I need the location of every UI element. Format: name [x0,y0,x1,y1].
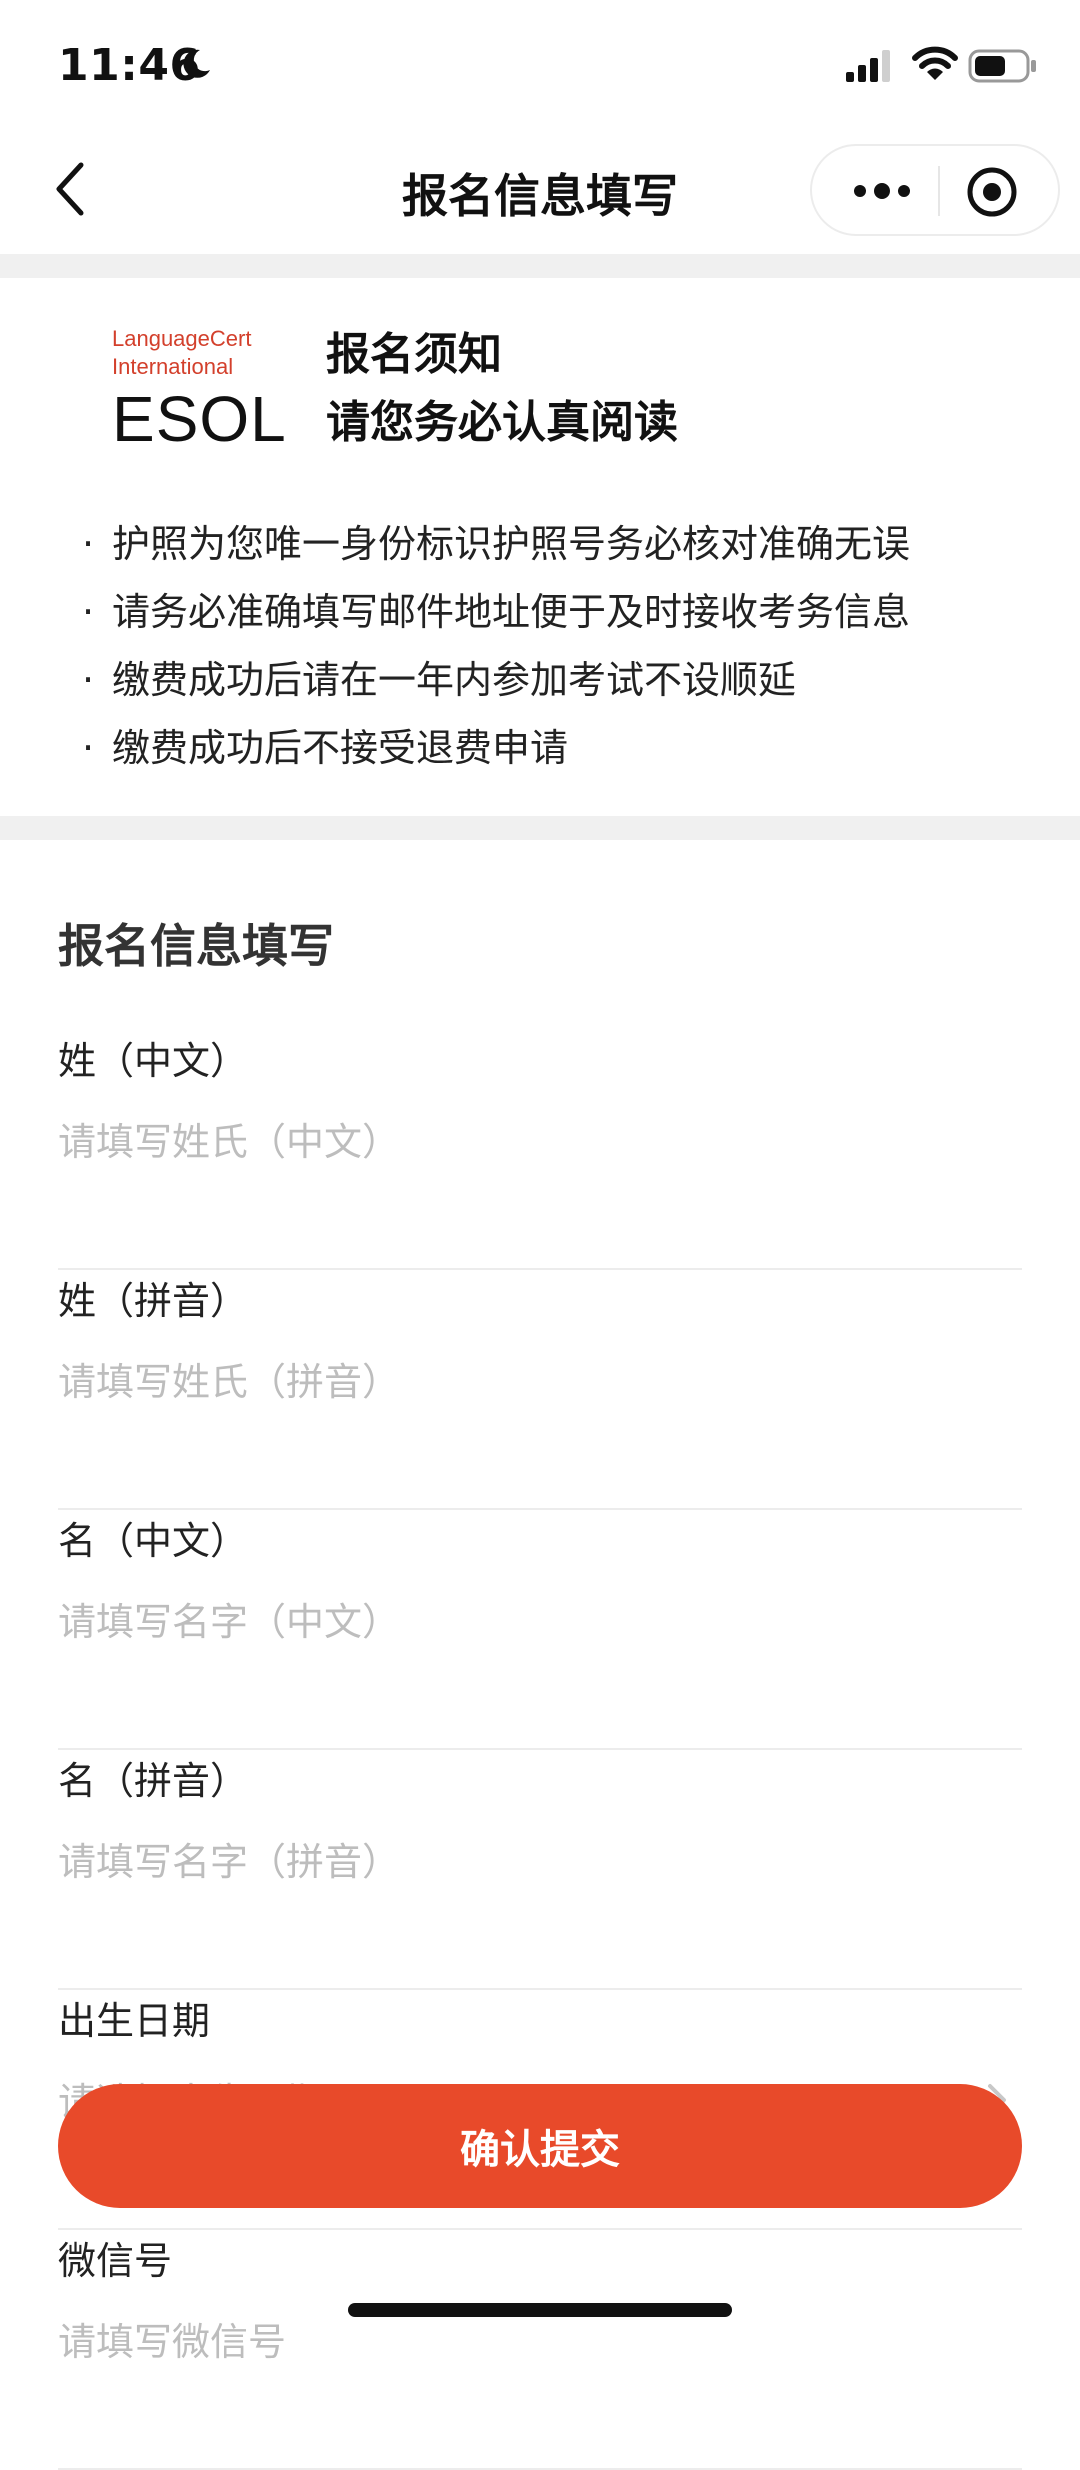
field-label: 出生日期 [58,1999,211,2043]
bullet-dot: · [81,658,95,702]
section-divider [0,254,1080,278]
more-dots-icon [854,183,910,199]
wechat-id-input[interactable] [58,2312,1022,2372]
rule-text: 请务必准确填写邮件地址便于及时接收考务信息 [112,590,911,634]
bullet-dot: · [81,522,95,566]
given-name-chinese-input[interactable] [58,1592,1022,1652]
bullet-dot: · [81,590,95,634]
battery-icon [968,49,1036,83]
surname-pinyin-input[interactable] [58,1352,1022,1412]
submit-button[interactable]: 确认提交 [58,2084,1022,2208]
capsule-divider [938,166,940,216]
notice-rule: · 请务必准确填写邮件地址便于及时接收考务信息 [78,584,1058,652]
field-wechat-id: 微信号 [58,2230,1022,2470]
target-close-icon [967,167,1017,217]
home-indicator [348,2303,732,2317]
rule-text: 护照为您唯一身份标识护照号务必核对准确无误 [112,522,911,566]
close-mini-program-button[interactable] [962,162,1022,222]
notice-subtitle: 请您务必认真阅读 [326,397,678,448]
mini-program-capsule [810,144,1060,236]
field-surname-chinese: 姓（中文） [58,1030,1022,1270]
given-name-pinyin-input[interactable] [58,1832,1022,1892]
more-button[interactable] [842,166,922,216]
rule-text: 缴费成功后请在一年内参加考试不设顺延 [112,658,797,702]
nav-bar: 报名信息填写 [0,130,1080,254]
section-divider [0,816,1080,840]
cellular-signal-icon [846,50,890,82]
field-label: 姓（拼音） [58,1279,249,1323]
field-label: 姓（中文） [58,1039,249,1083]
logo-text-line1: LanguageCert [112,326,252,351]
logo-text-esol: ESOL [112,383,287,455]
field-given-name-chinese: 名（中文） [58,1510,1022,1750]
rule-text: 缴费成功后不接受退费申请 [112,726,569,770]
bullet-dot: · [81,726,95,770]
field-label: 名（拼音） [58,1759,249,1803]
surname-chinese-input[interactable] [58,1112,1022,1172]
logo-text-line2: International [112,354,234,379]
notice-rule: · 护照为您唯一身份标识护照号务必核对准确无误 [78,516,1058,584]
notice-rule: · 缴费成功后不接受退费申请 [78,720,1058,788]
languagecert-logo: LanguageCert International ESOL [112,326,286,455]
field-given-name-pinyin: 名（拼音） [58,1750,1022,1990]
field-surname-pinyin: 姓（拼音） [58,1270,1022,1510]
notice-rules-list: · 护照为您唯一身份标识护照号务必核对准确无误 · 请务必准确填写邮件地址便于及… [78,516,1058,788]
notice-rule: · 缴费成功后请在一年内参加考试不设顺延 [78,652,1058,720]
field-label: 名（中文） [58,1519,249,1563]
moon-icon [183,49,210,78]
wifi-icon [912,46,958,80]
form-title: 报名信息填写 [58,919,334,973]
status-bar: 11:46 [0,0,1080,130]
notice-title: 报名须知 [326,329,502,380]
field-label: 微信号 [58,2239,173,2283]
